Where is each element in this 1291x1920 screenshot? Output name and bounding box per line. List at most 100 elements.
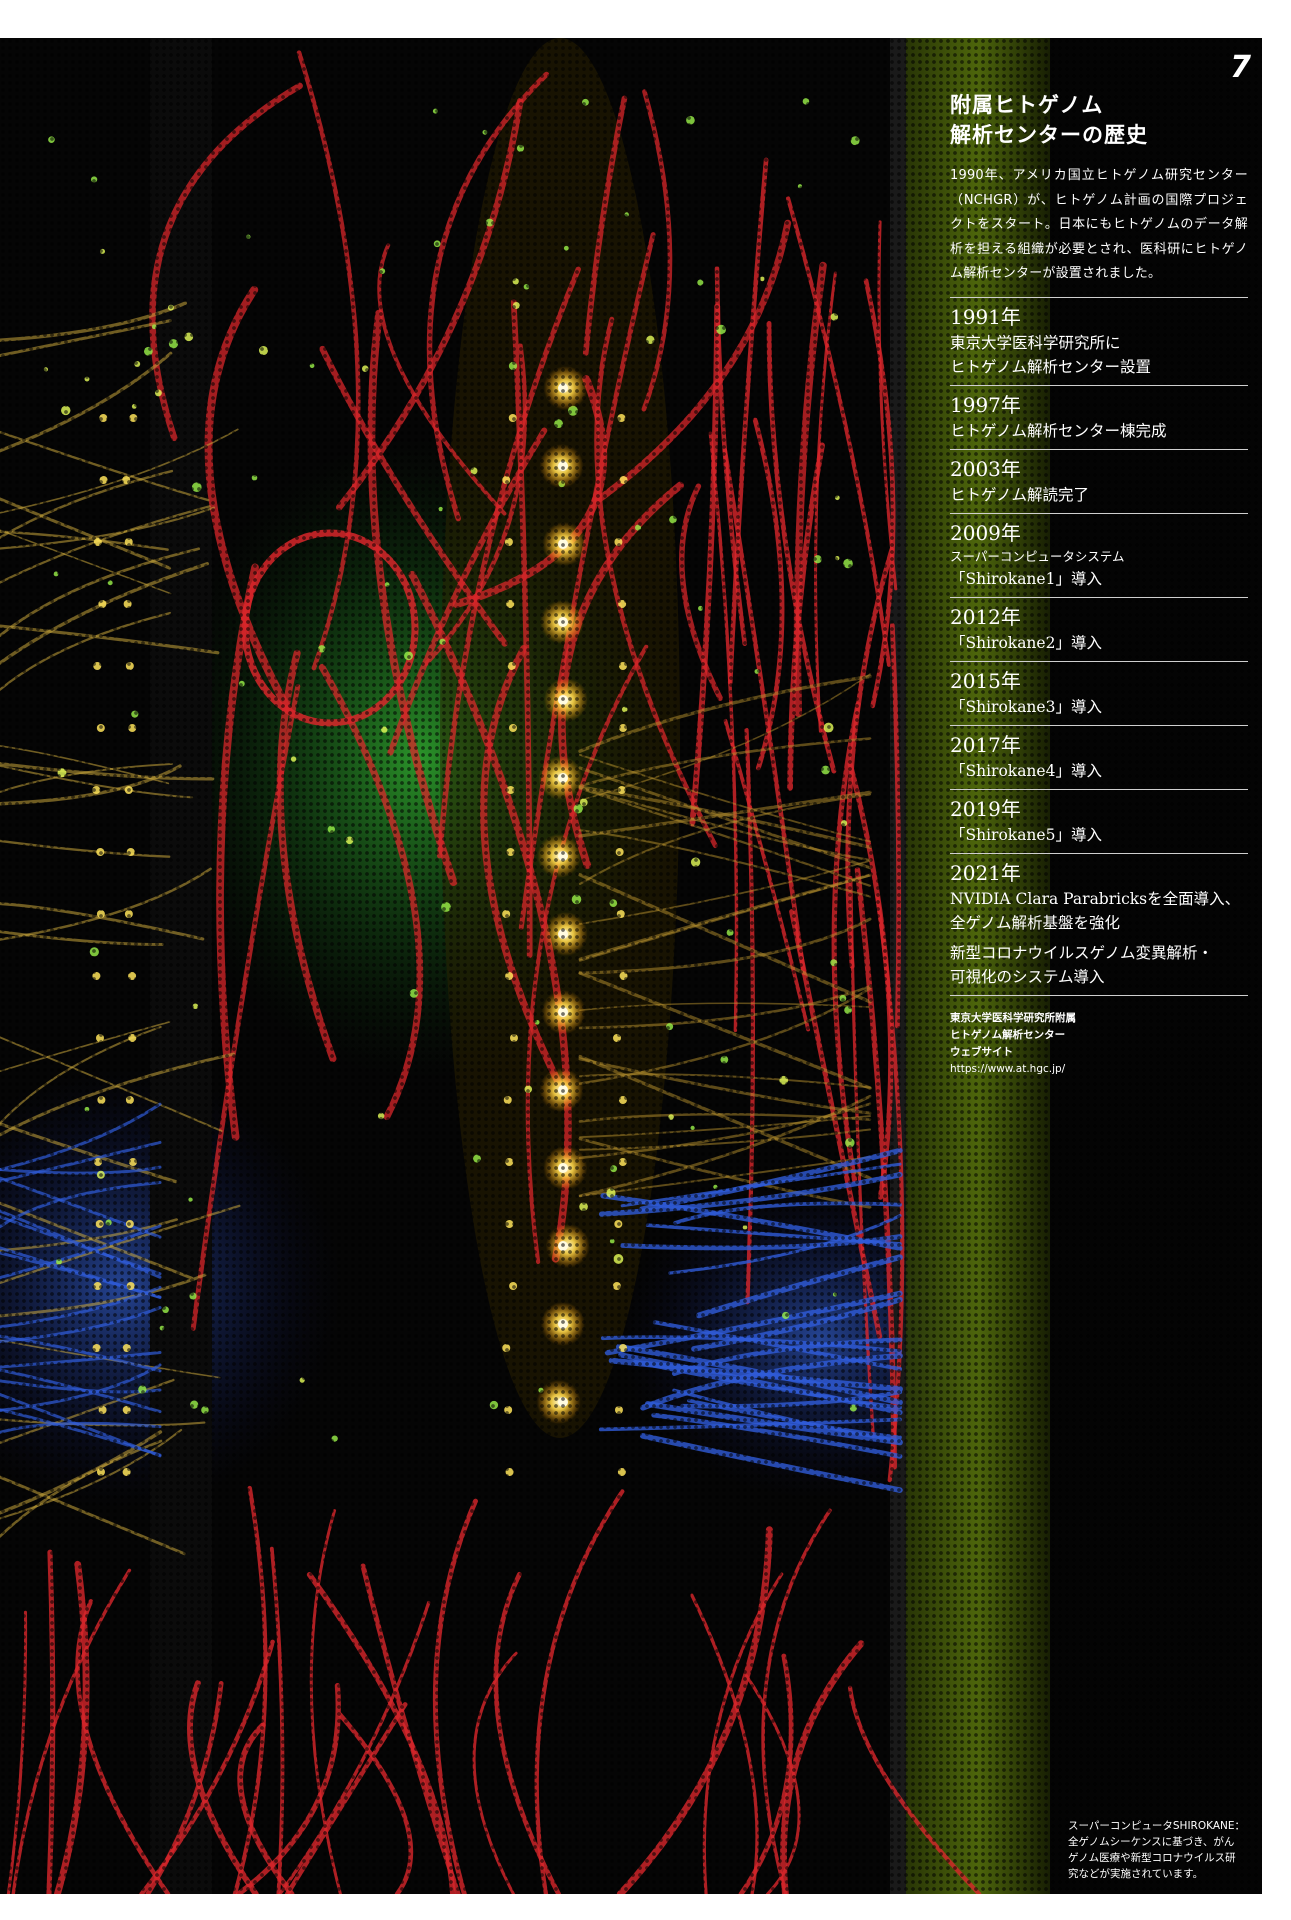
indicator-light — [754, 669, 760, 674]
led-dot — [504, 1406, 513, 1414]
indicator-light — [698, 605, 704, 611]
indicator-light — [720, 1055, 729, 1064]
entry-text-small: スーパーコンピュータシステム — [950, 548, 1125, 564]
led-core — [558, 1397, 568, 1407]
indicator-light — [573, 804, 583, 814]
indicator-light — [482, 129, 488, 135]
led-dot — [98, 600, 107, 608]
led-dot — [619, 724, 628, 732]
indicator-light — [523, 283, 530, 290]
history-panel: 附属ヒトゲノム 解析センターの歴史 1990年、アメリカ国立ヒトゲノム研究センタ… — [950, 90, 1248, 1078]
led-dot — [612, 1034, 621, 1042]
timeline-entry-2003: 2003年 ヒトゲノム解読完了 — [950, 448, 1248, 513]
indicator-light — [318, 645, 326, 653]
indicator-light — [84, 1106, 90, 1112]
indicator-light — [845, 1137, 855, 1148]
indicator-light — [668, 1114, 674, 1120]
led-dot — [124, 786, 133, 794]
led-dot — [504, 538, 513, 546]
photo-caption: スーパーコンピュータSHIROKANE： 全ゲノムシーケンスに基づき、がん ゲノ… — [1068, 1818, 1256, 1882]
indicator-light — [56, 1258, 62, 1265]
indicator-light — [669, 515, 677, 524]
caption-line2: 全ゲノムシーケンスに基づき、がん — [1068, 1836, 1235, 1848]
led-dot — [506, 786, 515, 794]
led-dot — [97, 1096, 106, 1104]
indicator-light — [377, 1112, 385, 1120]
led-dot — [93, 1282, 102, 1290]
indicator-light — [840, 820, 848, 827]
led-dot — [95, 1034, 104, 1042]
timeline-entry-2017: 2017年 「Shirokane4」導入 — [950, 724, 1248, 789]
led-dot — [618, 662, 627, 670]
led-dot — [502, 910, 511, 918]
indicator-light — [621, 706, 628, 713]
led-core — [558, 773, 568, 783]
indicator-light — [251, 474, 258, 481]
indicator-light — [134, 361, 141, 367]
indicator-light — [96, 1170, 105, 1179]
source-url-link[interactable]: https://www.at.hgc.jp/ — [950, 1061, 1248, 1078]
indicator-light — [563, 245, 569, 251]
indicator-light — [151, 324, 157, 330]
indicator-light — [797, 184, 803, 189]
led-dot — [619, 1344, 628, 1352]
source-line2: ヒトゲノム解析センター — [950, 1028, 1066, 1041]
led-dot — [618, 600, 627, 608]
timeline-entry-2012: 2012年 「Shirokane2」導入 — [950, 596, 1248, 661]
led-core — [558, 1319, 568, 1329]
indicator-light — [516, 144, 525, 152]
entry-year: 2012年 — [950, 604, 1021, 629]
indicator-light — [666, 1023, 674, 1031]
entry-year: 1991年 — [950, 304, 1021, 329]
led-dot — [128, 1034, 137, 1042]
entry-text: ヒトゲノム解析センター棟完成 — [950, 421, 1167, 440]
indicator-light — [438, 506, 443, 512]
indicator-light — [470, 467, 478, 475]
led-dot — [129, 414, 138, 422]
led-core — [558, 461, 568, 471]
indicator-light — [782, 1311, 790, 1320]
indicator-light — [409, 989, 419, 998]
led-dot — [96, 1468, 105, 1476]
indicator-light — [849, 1404, 857, 1412]
indicator-light — [89, 947, 99, 957]
indicator-light — [579, 1202, 588, 1212]
led-core — [558, 539, 568, 549]
indicator-light — [43, 367, 49, 372]
led-dot — [505, 1468, 514, 1476]
led-core — [558, 383, 568, 393]
indicator-light — [84, 376, 90, 382]
entry-text: NVIDIA Clara Parabricksを全面導入、 全ゲノム解析基盤を強… — [950, 889, 1241, 932]
indicator-light — [823, 722, 834, 733]
led-dot — [96, 724, 105, 732]
indicator-light — [839, 994, 847, 1002]
indicator-light — [634, 524, 642, 531]
indicator-light — [441, 902, 451, 912]
led-dot — [618, 1158, 627, 1166]
indicator-light — [690, 857, 701, 867]
timeline-entry-2015: 2015年 「Shirokane3」導入 — [950, 660, 1248, 725]
indicator-light — [832, 1292, 837, 1297]
indicator-light — [802, 98, 810, 105]
led-core — [558, 1007, 568, 1017]
led-dot — [96, 910, 105, 918]
indicator-light — [105, 1219, 112, 1226]
led-dot — [614, 1220, 623, 1228]
panel-title: 附属ヒトゲノム 解析センターの歴史 — [950, 90, 1248, 150]
led-dot — [502, 1344, 511, 1352]
led-dot — [92, 1344, 101, 1352]
indicator-light — [571, 894, 582, 905]
led-dot — [122, 1344, 131, 1352]
indicator-light — [191, 482, 202, 493]
indicator-light — [624, 212, 629, 217]
led-dot — [93, 662, 102, 670]
led-dot — [93, 538, 102, 546]
led-dot — [616, 910, 625, 918]
indicator-light — [779, 1075, 789, 1085]
led-dot — [509, 1034, 518, 1042]
entry-text: ヒトゲノム解読完了 — [950, 485, 1090, 504]
indicator-light — [381, 726, 388, 733]
led-dot — [92, 786, 101, 794]
led-dot — [128, 1158, 137, 1166]
indicator-light — [143, 346, 153, 356]
